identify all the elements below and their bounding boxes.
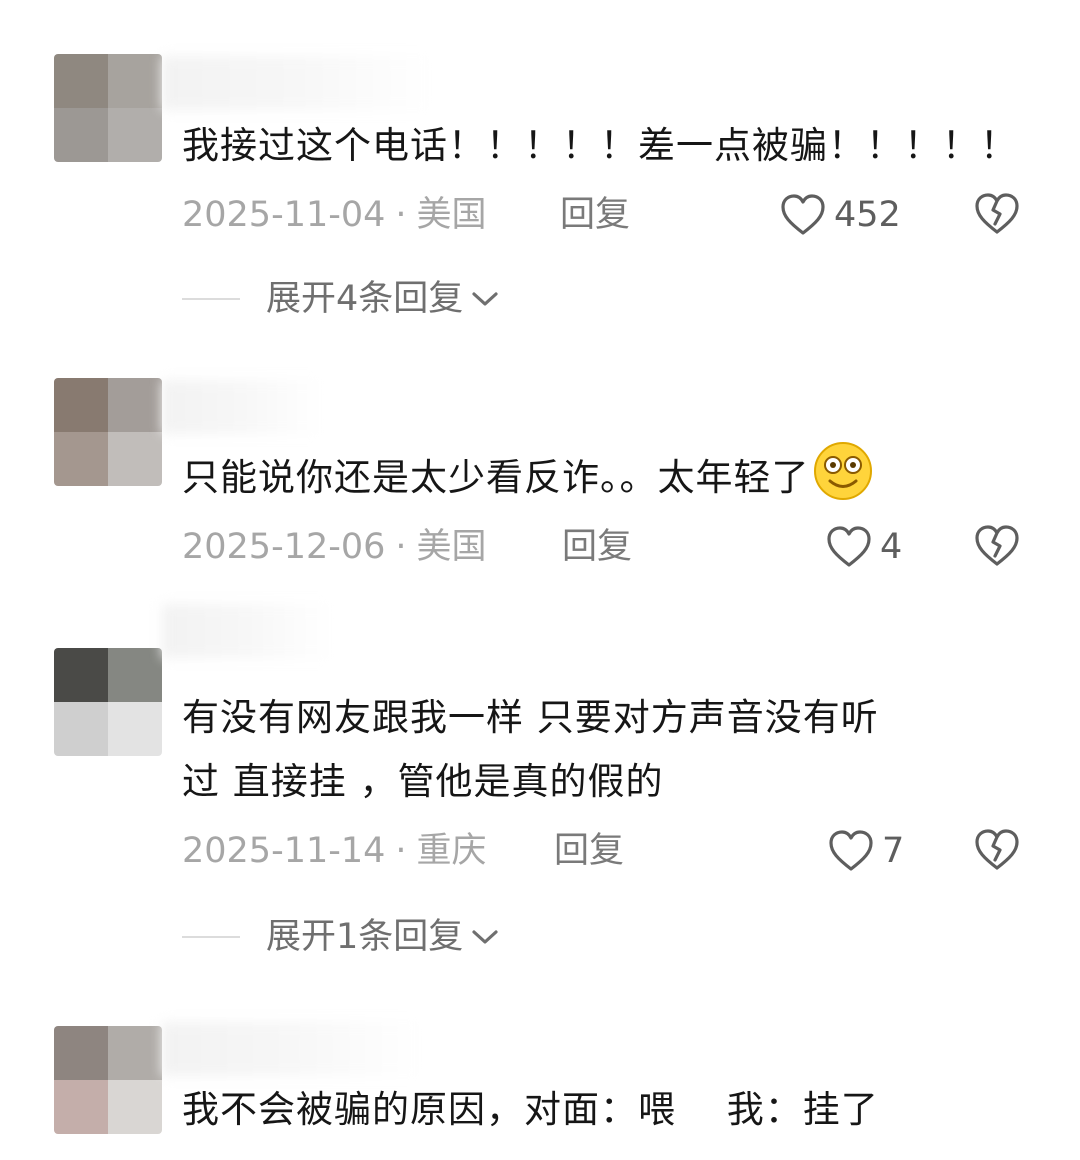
broken-heart-icon	[975, 525, 1019, 566]
heart-icon	[827, 526, 871, 567]
username-blurred[interactable]	[162, 380, 322, 434]
comment-date-location: 2025-12-06 · 美国	[182, 522, 487, 572]
comment-date: 2025-11-14	[182, 831, 386, 871]
chevron-down-icon	[472, 292, 498, 306]
reply-button[interactable]: 回复	[562, 522, 632, 572]
separator-dot: ·	[395, 195, 407, 235]
expand-replies-label: 展开1条回复	[266, 917, 464, 957]
expand-replies-label: 展开4条回复	[266, 279, 464, 319]
avatar[interactable]	[54, 378, 162, 486]
comment-date: 2025-11-04	[182, 195, 386, 235]
comment-location: 重庆	[416, 831, 487, 871]
expand-replies-button[interactable]: 展开4条回复	[182, 274, 499, 324]
broken-heart-icon	[975, 829, 1019, 870]
comment-text: 只能说你还是太少看反诈。。太年轻了	[182, 440, 1024, 522]
separator-dot: ·	[395, 831, 407, 871]
comment-text: 有没有网友跟我一样 只要对方声音没有听 过 直接挂 ，管他是真的假的	[182, 686, 1024, 814]
like-count: 4	[880, 527, 903, 567]
heart-icon	[829, 830, 873, 871]
dislike-button[interactable]	[974, 828, 1020, 886]
username-blurred[interactable]	[162, 56, 432, 110]
username-blurred[interactable]	[162, 1022, 422, 1076]
expand-replies-button[interactable]: 展开1条回复	[182, 912, 499, 962]
comment-text-line: 过 直接挂 ，管他是真的假的	[182, 760, 664, 803]
comment-text: 我接过这个电话！！！！！差一点被骗！！！！！	[182, 124, 1018, 167]
like-button[interactable]: 7	[828, 826, 904, 876]
comment-meta: 2025-12-06 · 美国 回复 4	[182, 522, 1020, 572]
comment-text: 我不会被骗的原因，对面：喂 我：挂了	[182, 1088, 879, 1131]
like-count: 7	[882, 831, 905, 871]
avatar[interactable]	[54, 1026, 162, 1134]
broken-heart-icon	[975, 193, 1019, 234]
reply-button[interactable]: 回复	[560, 190, 630, 240]
avatar[interactable]	[54, 54, 162, 162]
comment-meta: 2025-11-04 · 美国 回复 452	[182, 190, 1020, 240]
smile-emoji-icon	[812, 440, 874, 522]
dislike-button[interactable]	[974, 192, 1020, 250]
reply-button[interactable]: 回复	[554, 826, 624, 876]
username-blurred[interactable]	[162, 604, 332, 658]
like-count: 452	[834, 195, 901, 235]
divider-line	[182, 298, 240, 300]
chevron-down-icon	[472, 930, 498, 944]
heart-icon	[781, 194, 825, 235]
like-button[interactable]: 452	[780, 190, 901, 240]
divider-line	[182, 936, 240, 938]
comment-text-content: 只能说你还是太少看反诈。。太年轻了	[182, 456, 810, 499]
like-button[interactable]: 4	[826, 522, 902, 572]
comment-location: 美国	[416, 527, 487, 567]
comment-text-line: 有没有网友跟我一样 只要对方声音没有听	[182, 696, 879, 739]
separator-dot: ·	[395, 527, 407, 567]
comment-date: 2025-12-06	[182, 527, 386, 567]
comment-date-location: 2025-11-04 · 美国	[182, 190, 487, 240]
comment-date-location: 2025-11-14 · 重庆	[182, 826, 487, 876]
dislike-button[interactable]	[974, 524, 1020, 582]
comment-location: 美国	[416, 195, 487, 235]
avatar[interactable]	[54, 648, 162, 756]
comment-meta: 2025-11-14 · 重庆 回复 7	[182, 826, 1020, 876]
